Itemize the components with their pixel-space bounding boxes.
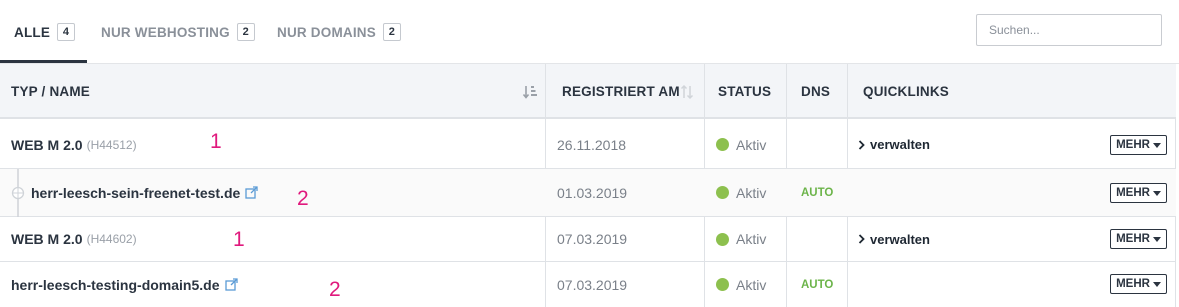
row-name[interactable]: WEB M 2.0 (H44602) (11, 217, 137, 261)
tab-bar: ALLE 4 NUR WEBHOSTING 2 NUR DOMAINS 2 (0, 0, 1179, 64)
package-name: WEB M 2.0 (11, 136, 83, 153)
dns-auto-badge: AUTO (801, 278, 834, 291)
registration-date: 07.03.2019 (557, 276, 628, 293)
quicklink-label: verwalten (870, 231, 930, 247)
mehr-label: MEHR (1116, 233, 1150, 245)
tab-count-badge: 2 (236, 23, 255, 41)
status-cell: Aktiv (716, 169, 766, 216)
header-registriert-am[interactable]: REGISTRIERT AM (562, 64, 680, 119)
chevron-right-icon (858, 139, 865, 150)
caret-down-icon (1152, 236, 1161, 242)
search-input[interactable] (976, 14, 1162, 46)
annotation-number: 2 (329, 278, 341, 301)
tab-label: NUR WEBHOSTING (101, 24, 230, 40)
sort-ascending-icon[interactable] (522, 84, 538, 100)
annotation-number: 2 (297, 187, 309, 210)
status-active-icon (716, 138, 729, 151)
annotation-number: 1 (210, 130, 222, 153)
tab-count-badge: 4 (57, 23, 76, 41)
annotation-number: 1 (233, 228, 245, 251)
table-row: herr-leesch-sein-freenet-test.de 01.03.2… (0, 169, 1176, 217)
status-text: Aktiv (736, 231, 767, 247)
caret-down-icon (1152, 190, 1161, 196)
mehr-button[interactable]: MEHR (1110, 274, 1167, 294)
sort-neutral-icon[interactable] (679, 84, 695, 100)
mehr-label: MEHR (1116, 139, 1150, 151)
table-header: TYP / NAME REGISTRIERT AM STATUS DNS QUI… (0, 64, 1176, 119)
products-table: TYP / NAME REGISTRIERT AM STATUS DNS QUI… (0, 64, 1176, 307)
row-name[interactable]: herr-leesch-sein-freenet-test.de (31, 169, 258, 216)
tab-label: ALLE (14, 24, 51, 40)
tab-count-badge: 2 (382, 23, 401, 41)
mehr-label: MEHR (1116, 187, 1150, 199)
status-active-icon (716, 232, 729, 246)
tree-connector-icon (11, 169, 25, 217)
status-text: Aktiv (736, 276, 767, 293)
mehr-button[interactable]: MEHR (1110, 135, 1167, 155)
chevron-right-icon (858, 234, 865, 244)
status-cell: Aktiv (716, 121, 766, 168)
table-row: WEB M 2.0 (H44602) 07.03.2019 Aktiv verw… (0, 217, 1176, 262)
domain-name: herr-leesch-testing-domain5.de (11, 276, 220, 293)
registration-date: 07.03.2019 (557, 231, 628, 247)
table-row: WEB M 2.0 (H44512) 26.11.2018 Aktiv verw… (0, 121, 1176, 169)
status-cell: Aktiv (716, 217, 766, 261)
quicklink-verwalten[interactable]: verwalten (858, 217, 930, 261)
tab-label: NUR DOMAINS (277, 24, 376, 40)
header-quicklinks: QUICKLINKS (863, 84, 949, 99)
external-link-icon[interactable] (224, 278, 238, 291)
status-active-icon (716, 186, 729, 199)
header-typ-name: TYP / NAME (11, 84, 91, 99)
package-id: (H44602) (86, 232, 137, 246)
tab-nur-domains[interactable]: NUR DOMAINS 2 (277, 22, 401, 42)
row-name[interactable]: herr-leesch-testing-domain5.de (11, 262, 238, 307)
dns-auto-badge: AUTO (801, 186, 834, 199)
caret-down-icon (1152, 281, 1161, 287)
status-text: Aktiv (736, 184, 767, 201)
quicklink-label: verwalten (870, 137, 930, 152)
tab-alle[interactable]: ALLE 4 (14, 22, 76, 42)
status-cell: Aktiv (716, 262, 766, 307)
tab-nur-webhosting[interactable]: NUR WEBHOSTING 2 (101, 22, 255, 42)
header-status: STATUS (718, 84, 772, 99)
quicklink-verwalten[interactable]: verwalten (858, 121, 930, 168)
registration-date: 26.11.2018 (557, 136, 627, 153)
registration-date: 01.03.2019 (557, 184, 628, 201)
package-name: WEB M 2.0 (11, 231, 83, 247)
status-text: Aktiv (736, 136, 767, 153)
status-active-icon (716, 278, 729, 291)
header-dns: DNS (801, 84, 831, 99)
mehr-button[interactable]: MEHR (1110, 229, 1167, 249)
package-id: (H44512) (86, 137, 137, 152)
external-link-icon[interactable] (245, 186, 258, 199)
row-name[interactable]: WEB M 2.0 (H44512) (11, 121, 137, 168)
mehr-label: MEHR (1116, 278, 1150, 290)
caret-down-icon (1152, 142, 1161, 148)
table-row: herr-leesch-testing-domain5.de 07.03.201… (0, 262, 1176, 307)
domain-name: herr-leesch-sein-freenet-test.de (31, 184, 241, 201)
mehr-button[interactable]: MEHR (1110, 183, 1167, 203)
